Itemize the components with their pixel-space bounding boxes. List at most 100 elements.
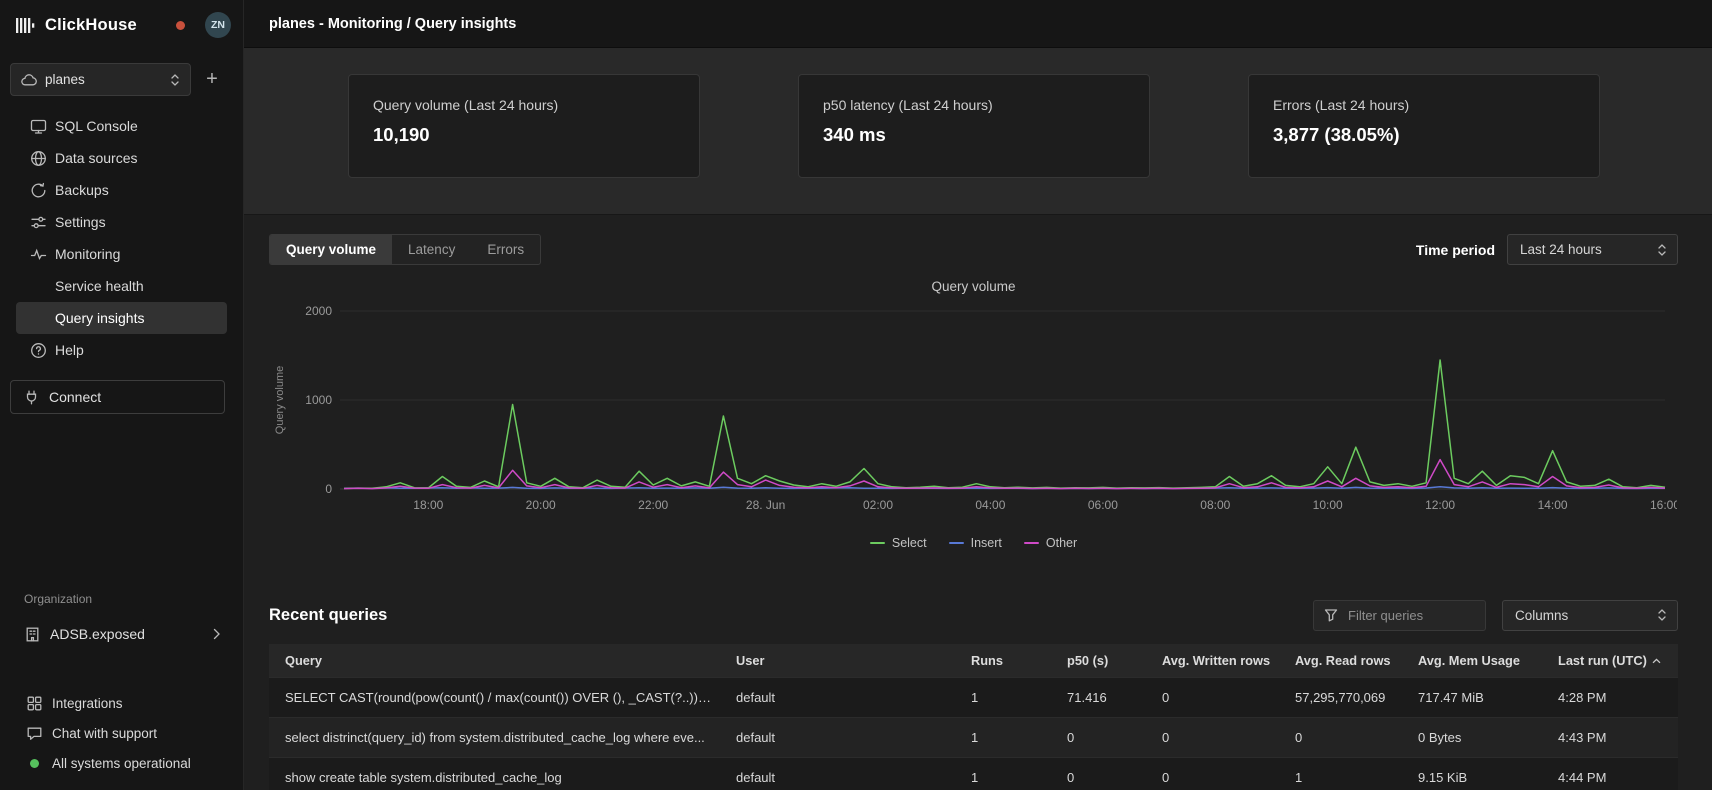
user-avatar[interactable]: ZN: [205, 12, 231, 38]
recent-queries-title: Recent queries: [269, 606, 387, 625]
sidebar-item-label: SQL Console: [55, 118, 138, 134]
monitoring-pulse-icon: [30, 246, 47, 263]
legend-swatch-select: [870, 542, 885, 545]
sidebar-item-label: Monitoring: [55, 246, 120, 262]
stat-label: Query volume (Last 24 hours): [373, 97, 675, 113]
sidebar-item-help[interactable]: Help: [16, 334, 227, 366]
help-icon: [30, 342, 47, 359]
sidebar-item-integrations[interactable]: Integrations: [0, 688, 243, 718]
add-service-button[interactable]: +: [197, 65, 227, 95]
table-cell: 0: [1146, 757, 1279, 790]
sidebar-nav: SQL Console Data sources Backups Setting…: [0, 110, 243, 366]
stats-band: Query volume (Last 24 hours) 10,190 p50 …: [244, 48, 1712, 215]
table-cell: 71.416: [1051, 677, 1146, 717]
stat-label: Errors (Last 24 hours): [1273, 97, 1575, 113]
sql-console-icon: [30, 118, 47, 135]
sidebar-item-label: Settings: [55, 214, 106, 230]
time-period-select[interactable]: Last 24 hours: [1507, 234, 1678, 265]
table-row[interactable]: select distrinct(query_id) from system.d…: [269, 717, 1678, 757]
table-header-row: QueryUserRunsp50 (s)Avg. Written rowsAvg…: [269, 644, 1678, 677]
chevron-updown-icon: [170, 73, 180, 87]
column-header[interactable]: User: [720, 644, 955, 677]
filter-queries-box: [1313, 600, 1486, 631]
connect-button[interactable]: Connect: [10, 380, 225, 414]
svg-text:0: 0: [325, 482, 332, 496]
table-cell: 0: [1146, 677, 1279, 717]
sidebar-item-monitoring[interactable]: Monitoring: [16, 238, 227, 270]
content: Query volume Latency Errors Time period …: [244, 215, 1712, 790]
stat-value: 3,877 (38.05%): [1273, 124, 1575, 146]
svg-text:04:00: 04:00: [975, 498, 1005, 512]
clickhouse-logo-icon: [16, 17, 37, 34]
column-header[interactable]: Avg. Mem Usage: [1402, 644, 1542, 677]
table-cell: 0 Bytes: [1402, 717, 1542, 757]
chart-tabs: Query volume Latency Errors: [269, 234, 541, 265]
column-header[interactable]: Last run (UTC): [1542, 644, 1678, 677]
legend-label: Select: [892, 536, 927, 550]
sort-asc-icon: [1652, 658, 1661, 664]
top-header: planes - Monitoring / Query insights: [244, 0, 1712, 48]
sidebar-item-data-sources[interactable]: Data sources: [16, 142, 227, 174]
filter-queries-input[interactable]: [1346, 607, 1475, 624]
chat-bubble-icon: [26, 725, 43, 742]
chevron-updown-icon: [1657, 608, 1667, 622]
tab-query-volume[interactable]: Query volume: [270, 235, 392, 264]
sidebar-item-service-health[interactable]: Service health: [16, 270, 227, 302]
sidebar-item-backups[interactable]: Backups: [16, 174, 227, 206]
stat-card-errors: Errors (Last 24 hours) 3,877 (38.05%): [1248, 74, 1600, 178]
table-cell: select distrinct(query_id) from system.d…: [269, 717, 720, 757]
stat-value: 340 ms: [823, 124, 1125, 146]
organization-item[interactable]: ADSB.exposed: [10, 618, 233, 650]
legend-item-other[interactable]: Other: [1024, 536, 1077, 550]
stat-value: 10,190: [373, 124, 675, 146]
clickhouse-logo-text: ClickHouse: [45, 16, 137, 35]
columns-select-label: Columns: [1515, 608, 1568, 623]
app-root: ClickHouse ZN planes +: [0, 0, 1712, 790]
stat-card-p50-latency: p50 latency (Last 24 hours) 340 ms: [798, 74, 1150, 178]
table-cell: 4:28 PM: [1542, 677, 1678, 717]
columns-select[interactable]: Columns: [1502, 600, 1678, 631]
legend-swatch-other: [1024, 542, 1039, 545]
sidebar-item-label: Query insights: [55, 310, 144, 326]
recent-queries-table: QueryUserRunsp50 (s)Avg. Written rowsAvg…: [269, 644, 1678, 790]
svg-text:20:00: 20:00: [526, 498, 556, 512]
table-cell: show create table system.distributed_cac…: [269, 757, 720, 790]
svg-text:28. Jun: 28. Jun: [746, 498, 785, 512]
sidebar: ClickHouse ZN planes +: [0, 0, 244, 790]
svg-text:Query volume: Query volume: [274, 366, 286, 434]
table-cell: 4:43 PM: [1542, 717, 1678, 757]
legend-item-select[interactable]: Select: [870, 536, 927, 550]
service-selector[interactable]: planes: [10, 63, 191, 96]
chevron-updown-icon: [1657, 243, 1667, 257]
funnel-icon: [1324, 608, 1338, 622]
table-row[interactable]: SELECT CAST(round(pow(count() / max(coun…: [269, 677, 1678, 717]
sidebar-item-chat-support[interactable]: Chat with support: [0, 718, 243, 748]
svg-text:2000: 2000: [305, 304, 332, 318]
column-header[interactable]: Avg. Written rows: [1146, 644, 1279, 677]
tab-errors[interactable]: Errors: [471, 235, 540, 264]
svg-text:22:00: 22:00: [638, 498, 668, 512]
sidebar-bottom: Organization ADSB.exposed Integrations: [0, 592, 243, 790]
service-selector-row: planes +: [10, 63, 235, 96]
connect-button-label: Connect: [49, 389, 101, 405]
column-header[interactable]: Avg. Read rows: [1279, 644, 1402, 677]
plug-icon: [23, 389, 40, 406]
sidebar-item-query-insights[interactable]: Query insights: [16, 302, 227, 334]
table-row[interactable]: show create table system.distributed_cac…: [269, 757, 1678, 790]
column-header[interactable]: p50 (s): [1051, 644, 1146, 677]
sidebar-item-settings[interactable]: Settings: [16, 206, 227, 238]
table-cell: default: [720, 677, 955, 717]
series-line-select: [344, 360, 1665, 489]
sidebar-item-sql-console[interactable]: SQL Console: [16, 110, 227, 142]
system-status-item[interactable]: All systems operational: [0, 748, 243, 778]
service-cloud-icon: [21, 74, 37, 86]
svg-text:18:00: 18:00: [413, 498, 443, 512]
backups-icon: [30, 182, 47, 199]
breadcrumb: planes - Monitoring / Query insights: [269, 16, 516, 32]
table-cell: 57,295,770,069: [1279, 677, 1402, 717]
column-header[interactable]: Runs: [955, 644, 1051, 677]
data-sources-icon: [30, 150, 47, 167]
legend-item-insert[interactable]: Insert: [949, 536, 1002, 550]
column-header[interactable]: Query: [269, 644, 720, 677]
tab-latency[interactable]: Latency: [392, 235, 471, 264]
